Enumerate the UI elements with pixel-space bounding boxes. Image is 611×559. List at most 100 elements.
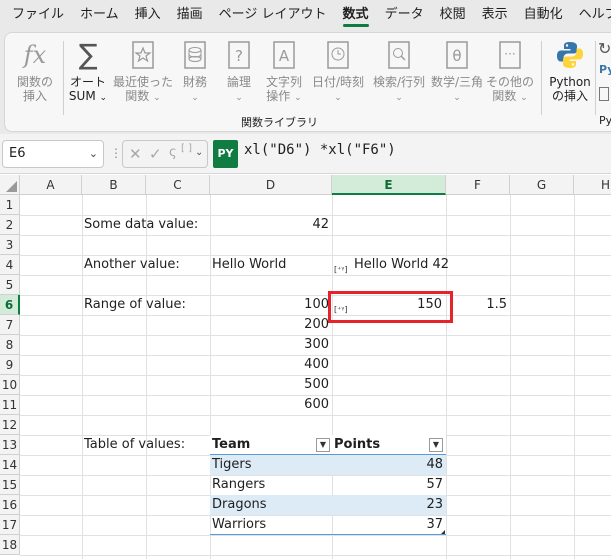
cell-d6[interactable]: 100	[210, 295, 332, 315]
python-mode-badge[interactable]: PY	[213, 140, 238, 168]
chevron-down-icon: ⌄	[294, 93, 302, 103]
table-cell-points[interactable]: 23	[332, 495, 446, 515]
row-header-1[interactable]: 1	[0, 195, 20, 215]
column-header-f[interactable]: F	[446, 175, 510, 195]
row-header-10[interactable]: 10	[0, 375, 20, 395]
row-header-2[interactable]: 2	[0, 215, 20, 235]
row-header-11[interactable]: 11	[0, 395, 20, 415]
column-header-e[interactable]: E	[332, 175, 446, 195]
cell-b6[interactable]: Range of value:	[84, 295, 186, 315]
selected-cell-highlight	[328, 291, 453, 323]
cell-d2[interactable]: 42	[210, 215, 332, 235]
row-header-4[interactable]: 4	[0, 255, 20, 275]
row-header-6[interactable]: 6	[0, 295, 20, 315]
enter-check-icon[interactable]: ✓	[149, 145, 162, 163]
table-cell-points[interactable]: 57	[332, 475, 446, 495]
row-header-7[interactable]: 7	[0, 315, 20, 335]
chevron-down-icon[interactable]: ⌄	[89, 141, 98, 167]
cancel-icon[interactable]: ✕	[129, 145, 142, 163]
grip-icon[interactable]: ⋮	[110, 146, 122, 160]
math-trig-button[interactable]: θ 数学/三角 ⌄	[429, 39, 485, 105]
column-header-d[interactable]: D	[210, 175, 332, 195]
row-header-14[interactable]: 14	[0, 455, 20, 475]
tab-help[interactable]: ヘルプ	[571, 0, 611, 30]
cell-b13[interactable]: Table of values:	[84, 435, 185, 455]
filter-dropdown-icon[interactable]: ▼	[316, 438, 330, 452]
tab-draw[interactable]: 描画	[169, 0, 211, 30]
row-header-16[interactable]: 16	[0, 495, 20, 515]
text-functions-button[interactable]: A 文字列 操作 ⌄	[261, 39, 307, 105]
row-header-9[interactable]: 9	[0, 355, 20, 375]
row-header-8[interactable]: 8	[0, 335, 20, 355]
fx-icon: fx	[23, 41, 47, 69]
column-header-b[interactable]: B	[82, 175, 146, 195]
cell-d9[interactable]: 400	[210, 355, 332, 375]
python-logo-icon	[545, 39, 595, 71]
tab-home[interactable]: ホーム	[72, 0, 127, 30]
table-header-team[interactable]: Team	[210, 435, 332, 455]
formula-input[interactable]: xl("D6") *xl("F6")	[244, 142, 396, 158]
cell-b2[interactable]: Some data value:	[84, 215, 198, 235]
chevron-down-icon: ⌄	[153, 93, 161, 103]
row-header-13[interactable]: 13	[0, 435, 20, 455]
ribbon: fx 関数の 挿入 ∑ オート SUM ⌄ 最近使った 関数 ⌄ 財務 ⌄ ? …	[4, 32, 611, 132]
insert-python-button[interactable]: Python の挿入	[545, 39, 595, 103]
tab-file[interactable]: ファイル	[4, 0, 72, 30]
table-cell-team[interactable]: Dragons	[212, 495, 267, 515]
tab-insert[interactable]: 挿入	[127, 0, 169, 30]
row-header-12[interactable]: 12	[0, 415, 20, 435]
svg-text:?: ?	[235, 47, 243, 65]
column-header-a[interactable]: A	[20, 175, 82, 195]
chevron-down-icon: ⌄	[191, 93, 199, 103]
table-resize-handle[interactable]	[441, 530, 445, 534]
python-output-icon[interactable]: ς	[169, 145, 177, 160]
tab-page-layout[interactable]: ページ レイアウト	[211, 0, 335, 30]
column-header-g[interactable]: G	[510, 175, 574, 195]
gridline	[20, 415, 611, 416]
python-object-icon[interactable]: [⁺ᵞ]	[334, 260, 347, 280]
financial-button[interactable]: 財務 ⌄	[175, 39, 215, 105]
recently-used-button[interactable]: 最近使った 関数 ⌄	[113, 39, 173, 105]
more-functions-button[interactable]: ··· その他の 関数 ⌄	[485, 39, 535, 105]
tab-automate[interactable]: 自動化	[516, 0, 571, 30]
tab-formulas[interactable]: 数式	[335, 0, 377, 30]
refresh-icon[interactable]: ↻	[598, 39, 611, 58]
select-all-button[interactable]	[0, 175, 20, 195]
cell-d8[interactable]: 300	[210, 335, 332, 355]
cell-f6[interactable]: 1.5	[446, 295, 510, 315]
date-time-button[interactable]: 日付/時刻 ⌄	[309, 39, 367, 105]
column-header-c[interactable]: C	[146, 175, 210, 195]
insert-function-button[interactable]: fx 関数の 挿入	[11, 39, 59, 103]
cell-e4[interactable]: [⁺ᵞ] Hello World 42	[334, 255, 449, 275]
row-header-17[interactable]: 17	[0, 515, 20, 535]
cell-b4[interactable]: Another value:	[84, 255, 180, 275]
worksheet-grid[interactable]: A B C D E F G H 1 2 3 4 5 6 7 8 9 10 11 …	[0, 175, 611, 559]
cell-d7[interactable]: 200	[210, 315, 332, 335]
tab-review[interactable]: 校閲	[432, 0, 474, 30]
table-cell-team[interactable]: Rangers	[212, 475, 265, 495]
cell-d4[interactable]: Hello World	[212, 255, 286, 275]
tab-view[interactable]: 表示	[474, 0, 516, 30]
table-cell-team[interactable]: Warriors	[212, 515, 266, 535]
python-editor-icon[interactable]: Py	[599, 63, 611, 76]
column-header-h[interactable]: H	[574, 175, 611, 195]
document-icon[interactable]	[599, 87, 609, 101]
cell-d11[interactable]: 600	[210, 395, 332, 415]
chevron-down-icon[interactable]: ⌄	[195, 147, 203, 158]
gridline	[146, 195, 147, 559]
logical-button[interactable]: ? 論理 ⌄	[221, 39, 257, 105]
table-cell-points[interactable]: 37	[332, 515, 446, 535]
cell-d10[interactable]: 500	[210, 375, 332, 395]
row-header-3[interactable]: 3	[0, 235, 20, 255]
name-box[interactable]: E6 ⌄	[2, 140, 104, 168]
tab-data[interactable]: データ	[377, 0, 432, 30]
text-book-icon: A	[261, 39, 307, 71]
filter-dropdown-icon[interactable]: ▼	[429, 438, 443, 452]
row-header-15[interactable]: 15	[0, 475, 20, 495]
autosum-button[interactable]: ∑ オート SUM ⌄	[65, 39, 111, 105]
table-cell-team[interactable]: Tigers	[212, 455, 252, 475]
table-cell-points[interactable]: 48	[332, 455, 446, 475]
row-header-5[interactable]: 5	[0, 275, 20, 295]
lookup-reference-button[interactable]: 検索/行列 ⌄	[371, 39, 427, 105]
row-header-18[interactable]: 18	[0, 535, 20, 555]
